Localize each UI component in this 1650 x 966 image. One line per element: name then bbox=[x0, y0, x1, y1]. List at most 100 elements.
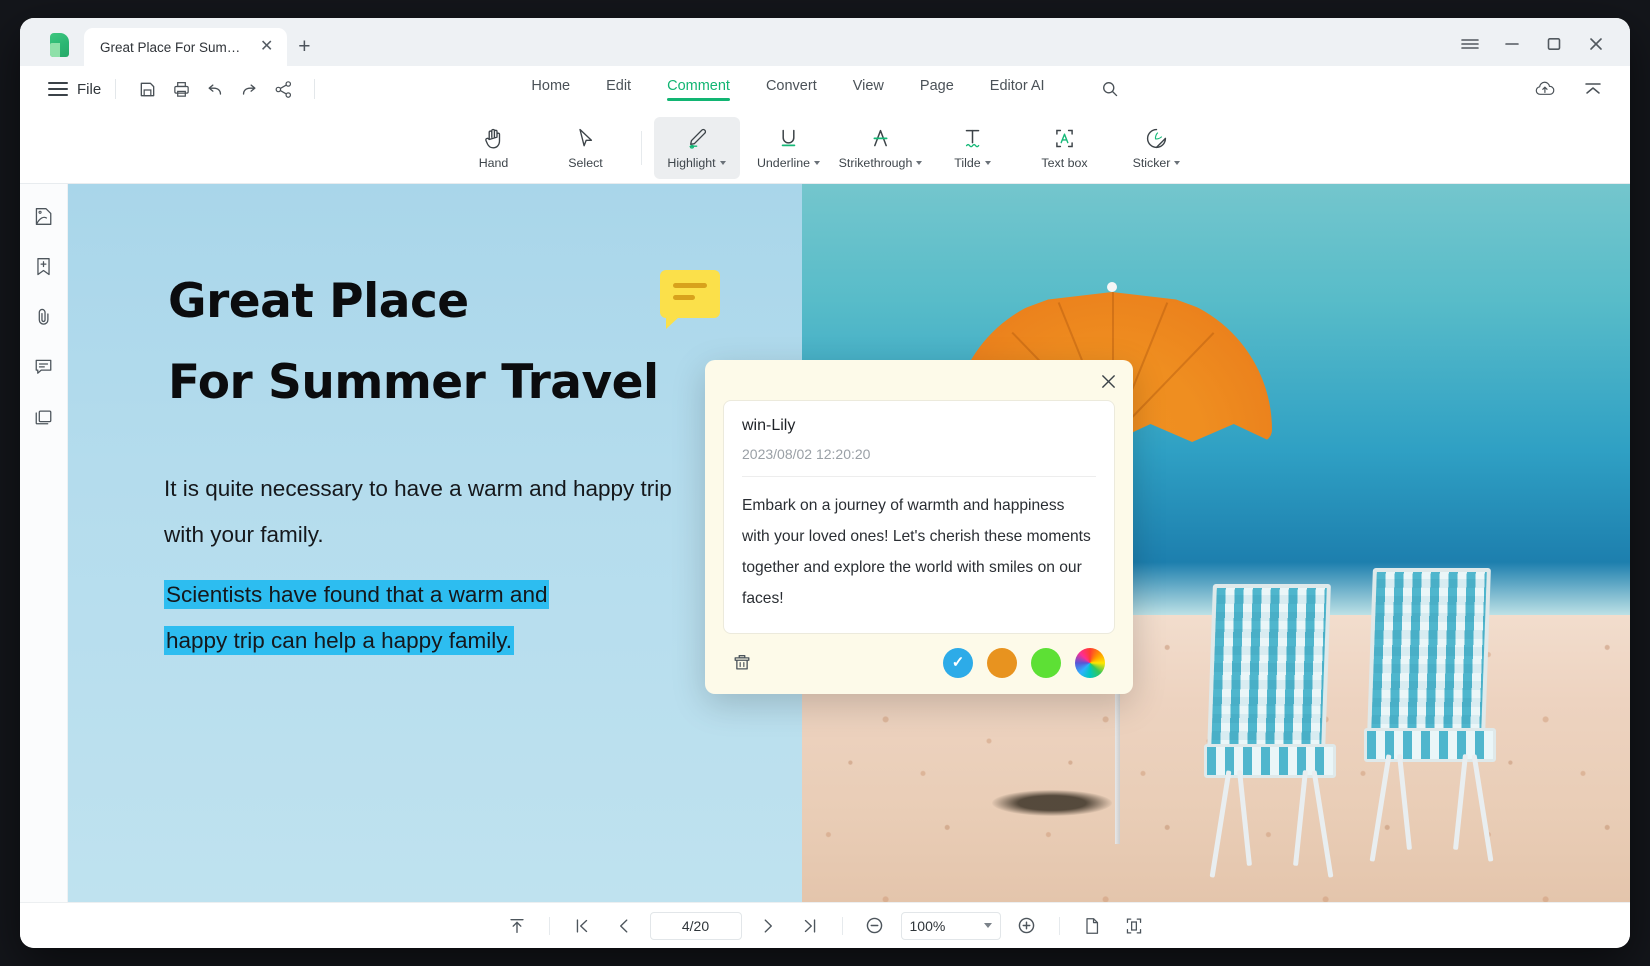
single-page-view-icon[interactable] bbox=[1076, 911, 1108, 941]
application-window: Great Place For Summer T... ✕ + bbox=[20, 18, 1630, 948]
cloud-upload-icon[interactable] bbox=[1528, 74, 1562, 104]
divider bbox=[742, 476, 1096, 477]
tab-page[interactable]: Page bbox=[920, 78, 954, 101]
zoom-out-icon[interactable] bbox=[859, 911, 891, 941]
tool-strikethrough[interactable]: Strikethrough bbox=[838, 117, 924, 179]
zoom-level-select[interactable]: 100% bbox=[900, 911, 1001, 940]
tab-comment[interactable]: Comment bbox=[667, 78, 730, 101]
tool-label: Highlight bbox=[667, 156, 726, 170]
document-body-text: It is quite necessary to have a warm and… bbox=[164, 466, 694, 665]
beach-chair-right bbox=[1362, 568, 1512, 868]
tool-highlight[interactable]: Highlight bbox=[653, 116, 740, 179]
tool-label-text: Underline bbox=[756, 156, 811, 170]
tool-label-text: Tilde bbox=[954, 156, 981, 170]
tool-label: Strikethrough bbox=[839, 156, 923, 170]
document-paragraph-2: Scientists have found that a warm and ha… bbox=[164, 572, 694, 664]
divider bbox=[314, 79, 316, 99]
tab-editor-ai[interactable]: Editor AI bbox=[990, 78, 1045, 101]
tool-label: Hand bbox=[478, 156, 509, 170]
plus-icon[interactable]: + bbox=[287, 28, 321, 66]
hand-icon bbox=[482, 125, 506, 151]
fit-page-icon[interactable] bbox=[1118, 911, 1150, 941]
tool-select[interactable]: Select bbox=[543, 117, 629, 179]
highlighted-text-line1[interactable]: Scientists have found that a warm and bbox=[164, 580, 550, 610]
beach-chair-left bbox=[1202, 584, 1352, 884]
document-tab[interactable]: Great Place For Summer T... ✕ bbox=[84, 28, 288, 66]
previous-page-icon[interactable] bbox=[608, 911, 640, 941]
highlighter-pen-icon bbox=[684, 125, 709, 151]
close-icon[interactable]: ✕ bbox=[258, 39, 275, 55]
divider bbox=[1058, 916, 1060, 935]
tool-sticker[interactable]: Sticker bbox=[1114, 117, 1200, 179]
comment-body-text[interactable]: Embark on a journey of warmth and happin… bbox=[742, 491, 1096, 615]
share-icon[interactable] bbox=[266, 74, 300, 104]
comment-card[interactable]: win-Lily 2023/08/02 12:20:20 Embark on a… bbox=[723, 400, 1115, 634]
comment-popup: win-Lily 2023/08/02 12:20:20 Embark on a… bbox=[705, 360, 1133, 694]
chevron-down-icon[interactable] bbox=[814, 161, 821, 165]
last-page-icon[interactable] bbox=[794, 911, 826, 941]
color-swatch-blue[interactable]: ✓ bbox=[943, 647, 973, 678]
status-bar: 4/20 100% bbox=[20, 902, 1630, 948]
tab-convert[interactable]: Convert bbox=[766, 78, 817, 101]
tab-view[interactable]: View bbox=[853, 78, 884, 101]
color-swatch-green[interactable] bbox=[1031, 647, 1061, 678]
tool-text-box[interactable]: Text box bbox=[1022, 117, 1108, 179]
file-menu-button[interactable]: File bbox=[77, 81, 101, 98]
chevron-down-icon[interactable] bbox=[916, 161, 923, 165]
tab-home[interactable]: Home bbox=[531, 78, 570, 101]
color-picker-rainbow[interactable] bbox=[1075, 647, 1105, 678]
sticky-note-icon[interactable] bbox=[660, 270, 720, 329]
hamburger-menu-icon[interactable] bbox=[1450, 28, 1490, 60]
next-page-icon[interactable] bbox=[752, 911, 784, 941]
tool-underline[interactable]: Underline bbox=[746, 117, 832, 179]
comment-list-icon[interactable] bbox=[28, 350, 60, 382]
hamburger-icon[interactable] bbox=[48, 82, 68, 96]
cursor-arrow-icon bbox=[574, 125, 597, 151]
menu-row: File Home Edit Comment Convert View Page… bbox=[20, 66, 1630, 112]
tool-label: Tilde bbox=[954, 156, 991, 170]
trash-icon[interactable] bbox=[727, 648, 757, 678]
comment-author: win-Lily bbox=[742, 417, 796, 434]
page-number-input[interactable]: 4/20 bbox=[649, 911, 742, 940]
document-canvas[interactable]: Great Place For Summer Travel It is quit… bbox=[68, 184, 1630, 902]
redo-icon[interactable] bbox=[232, 74, 266, 104]
divider bbox=[115, 79, 117, 99]
tool-label-text: Strikethrough bbox=[838, 156, 913, 170]
maximize-icon[interactable] bbox=[1534, 28, 1574, 60]
color-swatch-orange[interactable] bbox=[987, 647, 1017, 678]
document-heading: Great Place For Summer Travel bbox=[168, 262, 728, 424]
workspace: Great Place For Summer Travel It is quit… bbox=[20, 184, 1630, 902]
tool-tilde[interactable]: Tilde bbox=[930, 117, 1016, 179]
collapse-chevron-icon[interactable] bbox=[1576, 74, 1610, 104]
scroll-to-top-icon[interactable] bbox=[501, 911, 533, 941]
zoom-in-icon[interactable] bbox=[1011, 911, 1043, 941]
search-icon[interactable] bbox=[1101, 78, 1119, 101]
attachment-paperclip-icon[interactable] bbox=[28, 300, 60, 332]
left-sidebar bbox=[20, 184, 68, 902]
page-left-panel: Great Place For Summer Travel It is quit… bbox=[68, 184, 803, 902]
save-icon[interactable] bbox=[130, 74, 164, 104]
tab-edit[interactable]: Edit bbox=[606, 78, 631, 101]
chevron-down-icon[interactable] bbox=[719, 161, 726, 165]
tool-hand[interactable]: Hand bbox=[451, 117, 537, 179]
bookmark-add-icon[interactable] bbox=[28, 250, 60, 282]
divider bbox=[841, 916, 843, 935]
window-close-icon[interactable] bbox=[1576, 28, 1616, 60]
chevron-down-icon[interactable] bbox=[984, 161, 991, 165]
desktop-background: Great Place For Summer T... ✕ + bbox=[0, 0, 1650, 966]
thumbnail-panel-icon[interactable] bbox=[28, 200, 60, 232]
minimize-icon[interactable] bbox=[1492, 28, 1532, 60]
document-heading-line1: Great Place bbox=[168, 274, 469, 329]
window-controls bbox=[1450, 28, 1630, 66]
close-icon[interactable] bbox=[1095, 368, 1121, 394]
print-icon[interactable] bbox=[164, 74, 198, 104]
chevron-down-icon[interactable] bbox=[983, 923, 992, 928]
undo-icon[interactable] bbox=[198, 74, 232, 104]
first-page-icon[interactable] bbox=[566, 911, 598, 941]
comment-color-swatches: ✓ bbox=[943, 647, 1111, 678]
layers-icon[interactable] bbox=[28, 400, 60, 432]
pdf-app-logo bbox=[48, 32, 74, 58]
chevron-down-icon[interactable] bbox=[1174, 161, 1181, 165]
highlighted-text-line2[interactable]: happy trip can help a happy family. bbox=[164, 626, 515, 656]
menu-right-icons bbox=[1528, 74, 1610, 104]
